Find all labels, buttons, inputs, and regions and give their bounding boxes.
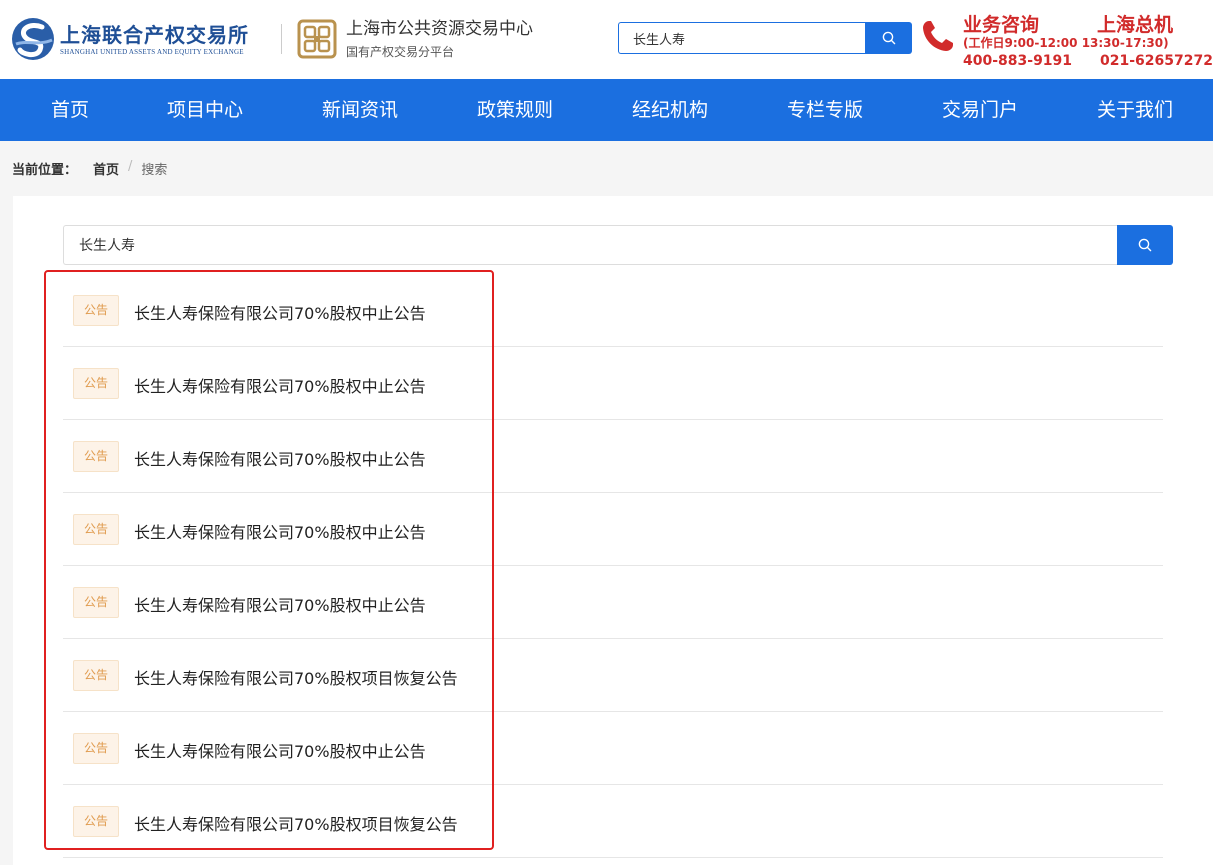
consult-title: 业务咨询 (963, 14, 1040, 36)
breadcrumb-home[interactable]: 首页 (93, 159, 119, 178)
result-item[interactable]: 公告 长生人寿保险有限公司70%股权中止公告 (63, 493, 1163, 566)
result-title[interactable]: 长生人寿保险有限公司70%股权中止公告 (134, 300, 426, 324)
announcement-badge: 公告 (73, 295, 119, 326)
header-search-button[interactable] (865, 22, 912, 54)
public-resource-logo[interactable]: 上海市公共资源交易中心 国有产权交易分平台 (297, 16, 557, 62)
suaee-logo-name: 上海联合产权交易所 (60, 22, 249, 47)
breadcrumb-current: 搜索 (141, 163, 168, 178)
main-search (63, 225, 1173, 265)
result-item[interactable]: 公告 长生人寿保险有限公司70%股权项目恢复公告 (63, 785, 1163, 858)
nav-item-portal[interactable]: 交易门户 (942, 79, 1018, 141)
nav-item-columns[interactable]: 专栏专版 (787, 79, 863, 141)
consult-hours: (工作日9:00-12:00 13:30-17:30) (963, 36, 1169, 50)
main-search-input[interactable] (63, 225, 1117, 265)
search-results-panel: 公告 长生人寿保险有限公司70%股权中止公告 公告 长生人寿保险有限公司70%股… (13, 196, 1213, 865)
switchboard-phone[interactable]: 021-62657272 (1100, 53, 1213, 69)
phone-icon (923, 21, 953, 51)
header-search-input[interactable] (618, 22, 865, 54)
public-resource-subtitle: 国有产权交易分平台 (346, 45, 455, 59)
result-item[interactable]: 公告 长生人寿保险有限公司70%股权中止公告 (63, 566, 1163, 639)
result-item[interactable]: 公告 长生人寿保险有限公司70%股权中止公告 (63, 420, 1163, 493)
main-search-button[interactable] (1117, 225, 1173, 265)
nav-item-home[interactable]: 首页 (51, 79, 89, 141)
public-resource-name: 上海市公共资源交易中心 (346, 19, 533, 39)
suaee-logo-english: SHANGHAI UNITED ASSETS AND EQUITY EXCHAN… (60, 47, 244, 56)
breadcrumb-label: 当前位置： (12, 163, 78, 178)
nav-item-projects[interactable]: 项目中心 (167, 79, 243, 141)
result-item[interactable]: 公告 长生人寿保险有限公司70%股权中止公告 (63, 347, 1163, 420)
announcement-badge: 公告 (73, 587, 119, 618)
nav-item-policies[interactable]: 政策规则 (477, 79, 553, 141)
main-nav: 首页 项目中心 新闻资讯 政策规则 经纪机构 专栏专版 交易门户 关于我们 (0, 79, 1213, 141)
breadcrumb-separator: / (128, 159, 133, 174)
result-title[interactable]: 长生人寿保险有限公司70%股权中止公告 (134, 446, 426, 470)
result-title[interactable]: 长生人寿保险有限公司70%股权项目恢复公告 (134, 811, 458, 835)
nav-item-brokers[interactable]: 经纪机构 (632, 79, 708, 141)
result-item[interactable]: 公告 长生人寿保险有限公司70%股权项目恢复公告 (63, 639, 1163, 712)
consult-phone[interactable]: 400-883-9191 (963, 53, 1072, 69)
public-resource-logo-mark (297, 19, 337, 59)
header-search (618, 22, 912, 54)
result-item[interactable]: 公告 长生人寿保险有限公司70%股权中止公告 (63, 712, 1163, 785)
site-header: 上海联合产权交易所 SHANGHAI UNITED ASSETS AND EQU… (0, 0, 1213, 79)
announcement-badge: 公告 (73, 660, 119, 691)
announcement-badge: 公告 (73, 514, 119, 545)
contact-info: 业务咨询 上海总机 (工作日9:00-12:00 13:30-17:30) 40… (920, 6, 1213, 74)
suaee-logo[interactable]: 上海联合产权交易所 SHANGHAI UNITED ASSETS AND EQU… (12, 16, 267, 62)
switchboard-title: 上海总机 (1097, 14, 1174, 36)
result-title[interactable]: 长生人寿保险有限公司70%股权中止公告 (134, 592, 426, 616)
result-title[interactable]: 长生人寿保险有限公司70%股权项目恢复公告 (134, 665, 458, 689)
announcement-badge: 公告 (73, 368, 119, 399)
result-title[interactable]: 长生人寿保险有限公司70%股权中止公告 (134, 519, 426, 543)
logo-divider (281, 24, 282, 54)
breadcrumb: 当前位置： 首页 / 搜索 (12, 159, 167, 178)
announcement-badge: 公告 (73, 806, 119, 837)
result-item[interactable]: 公告 长生人寿保险有限公司70%股权中止公告 (63, 274, 1163, 347)
announcement-badge: 公告 (73, 441, 119, 472)
search-icon (1138, 238, 1152, 252)
nav-item-about[interactable]: 关于我们 (1097, 79, 1173, 141)
suaee-logo-mark (12, 18, 54, 60)
result-title[interactable]: 长生人寿保险有限公司70%股权中止公告 (134, 738, 426, 762)
announcement-badge: 公告 (73, 733, 119, 764)
result-list: 公告 长生人寿保险有限公司70%股权中止公告 公告 长生人寿保险有限公司70%股… (63, 274, 1163, 858)
result-title[interactable]: 长生人寿保险有限公司70%股权中止公告 (134, 373, 426, 397)
search-icon (882, 31, 895, 45)
nav-item-news[interactable]: 新闻资讯 (322, 79, 398, 141)
